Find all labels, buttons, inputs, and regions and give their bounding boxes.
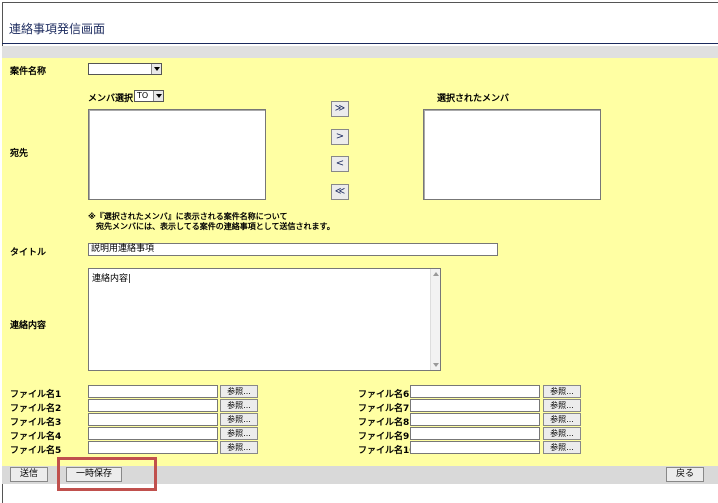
note-line-1: ※『選択されたメンバ』に表示される案件名称について xyxy=(88,212,288,221)
file-label-5: ファイル名5 xyxy=(10,446,62,456)
chevron-down-icon xyxy=(153,91,163,101)
content-textarea[interactable]: 連絡内容| xyxy=(88,268,441,371)
scroll-up-icon xyxy=(433,272,439,276)
file-input-2[interactable] xyxy=(88,399,218,412)
browse-button-1[interactable]: 参照... xyxy=(220,385,258,398)
browse-button-6[interactable]: 参照... xyxy=(543,385,581,398)
chevron-down-icon xyxy=(151,64,161,74)
case-name-select[interactable] xyxy=(88,63,162,75)
file-label-1: ファイル名1 xyxy=(10,390,62,400)
content-label: 連絡内容 xyxy=(10,321,47,331)
file-input-7[interactable] xyxy=(410,399,540,412)
file-input-6[interactable] xyxy=(410,385,540,398)
add-all-button[interactable]: ≫ xyxy=(331,101,349,117)
browse-button-10[interactable]: 参照... xyxy=(543,441,581,454)
back-button[interactable]: 戻る xyxy=(666,467,704,482)
browse-button-5[interactable]: 参照... xyxy=(220,441,258,454)
file-input-10[interactable] xyxy=(410,441,540,454)
browse-button-3[interactable]: 参照... xyxy=(220,413,258,426)
member-select-label: メンバ選択 xyxy=(88,94,134,104)
file-label-2: ファイル名2 xyxy=(10,404,62,414)
to-label: 宛先 xyxy=(10,149,29,159)
scroll-down-icon xyxy=(433,363,439,367)
member-type-select-value: TO xyxy=(137,91,149,100)
member-list[interactable] xyxy=(88,109,266,200)
title-input[interactable]: 説明用連絡事項 xyxy=(88,243,498,256)
content-text: 連絡内容| xyxy=(92,274,132,284)
browse-button-9[interactable]: 参照... xyxy=(543,427,581,440)
case-name-label: 案件名称 xyxy=(10,67,47,77)
file-input-3[interactable] xyxy=(88,413,218,426)
title-label: タイトル xyxy=(10,248,47,258)
file-label-4: ファイル名4 xyxy=(10,432,62,442)
browse-button-2[interactable]: 参照... xyxy=(220,399,258,412)
page-title: 連絡事項発信画面 xyxy=(9,22,106,36)
browse-button-7[interactable]: 参照... xyxy=(543,399,581,412)
member-type-select[interactable]: TO xyxy=(134,90,164,102)
browse-button-4[interactable]: 参照... xyxy=(220,427,258,440)
file-label-8: ファイル名8 xyxy=(358,418,410,428)
content-scrollbar[interactable] xyxy=(430,269,440,370)
file-label-10: ファイル名10 xyxy=(358,446,416,456)
file-label-7: ファイル名7 xyxy=(358,404,410,414)
selected-member-list[interactable] xyxy=(423,109,601,200)
file-label-9: ファイル名9 xyxy=(358,432,410,442)
title-divider xyxy=(2,43,718,44)
send-button[interactable]: 送信 xyxy=(10,467,48,482)
file-input-1[interactable] xyxy=(88,385,218,398)
file-input-8[interactable] xyxy=(410,413,540,426)
add-button[interactable]: > xyxy=(331,129,349,145)
file-label-6: ファイル名6 xyxy=(358,390,410,400)
selected-members-label: 選択されたメンバ xyxy=(437,94,510,104)
highlight-box xyxy=(57,457,157,491)
browse-button-8[interactable]: 参照... xyxy=(543,413,581,426)
remove-button[interactable]: < xyxy=(331,156,349,172)
file-label-3: ファイル名3 xyxy=(10,418,62,428)
file-input-9[interactable] xyxy=(410,427,540,440)
header-bar xyxy=(2,46,718,58)
file-input-4[interactable] xyxy=(88,427,218,440)
note-line-2: 宛先メンバには、表示してる案件の連絡事項として送信されます。 xyxy=(88,222,335,231)
remove-all-button[interactable]: ≪ xyxy=(331,184,349,200)
file-input-5[interactable] xyxy=(88,441,218,454)
